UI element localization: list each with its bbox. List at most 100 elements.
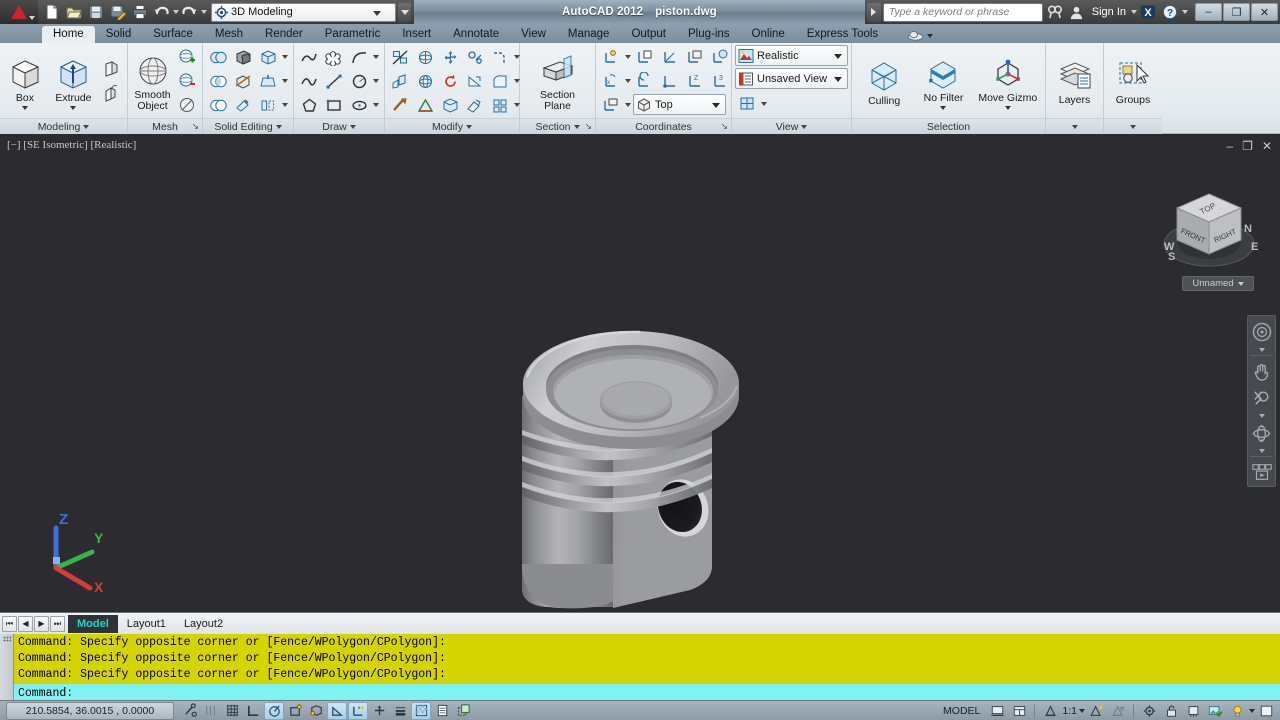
3dscale-icon[interactable] (413, 70, 437, 93)
3dmove-icon[interactable] (438, 46, 462, 69)
separate-icon[interactable] (256, 94, 280, 117)
tab-online[interactable]: Online (741, 26, 796, 43)
panel-title-modify[interactable]: Modify (385, 118, 519, 134)
tab-layout2[interactable]: Layout2 (175, 615, 232, 633)
panel-title-selection[interactable]: Selection (852, 118, 1045, 134)
undo-icon[interactable] (151, 2, 172, 22)
dynamic-input-toggle[interactable] (369, 702, 389, 720)
user-avatar-icon[interactable] (1067, 2, 1087, 22)
object-snap-toggle[interactable] (285, 702, 305, 720)
grid-display-toggle[interactable] (222, 702, 242, 720)
panel-title-view[interactable]: View (732, 118, 851, 134)
solid-editing-flyout-2[interactable] (281, 70, 289, 93)
zoom-dropdown[interactable] (1258, 412, 1265, 419)
panel-dialog-launcher[interactable]: ↘ (584, 121, 592, 132)
orbit-dropdown[interactable] (1258, 447, 1265, 454)
panel-title-solid-editing[interactable]: Solid Editing (203, 118, 293, 134)
line-icon[interactable] (322, 70, 346, 93)
panel-title-layers[interactable] (1046, 118, 1103, 134)
ucs-view-combo[interactable]: Top (633, 94, 726, 115)
viewport-config-icon[interactable] (735, 92, 759, 115)
pan-icon[interactable] (1249, 358, 1275, 384)
extrude-face-icon[interactable] (488, 70, 512, 93)
sweep-icon[interactable] (100, 82, 124, 105)
transparency-toggle[interactable] (411, 701, 431, 720)
ucs-previous-icon[interactable] (633, 69, 657, 92)
next-layout-button[interactable]: ▶ (34, 615, 49, 632)
workspace-selector[interactable]: 3D Modeling (211, 2, 396, 22)
smooth-less-icon[interactable] (175, 70, 199, 93)
tab-parametric[interactable]: Parametric (314, 26, 392, 43)
ucs-z-icon[interactable]: Z (683, 69, 707, 92)
dynamic-ucs-toggle[interactable] (348, 701, 368, 720)
piston-model[interactable] (0, 134, 1280, 610)
quick-properties-toggle[interactable] (432, 702, 452, 720)
move-gizmo-dropdown[interactable] (1004, 106, 1011, 110)
search-input[interactable]: Type a keyword or phrase (882, 2, 1043, 22)
trim-icon[interactable] (388, 46, 412, 69)
help-icon[interactable]: ? (1160, 2, 1180, 22)
viewport-icon[interactable] (1009, 702, 1029, 720)
maximize-button[interactable]: ❐ (1223, 3, 1250, 21)
drawing-viewport[interactable]: [−] [SE Isometric] [Realistic] – ❐ ✕ Z Y… (0, 134, 1280, 610)
zoom-icon[interactable] (1249, 385, 1275, 411)
rotate-icon[interactable] (438, 70, 462, 93)
redo-icon[interactable] (179, 2, 200, 22)
tab-render[interactable]: Render (254, 26, 314, 43)
rectangle-icon[interactable] (322, 94, 346, 117)
tab-mesh[interactable]: Mesh (204, 26, 254, 43)
panel-title-modeling[interactable]: Modeling (0, 118, 127, 134)
spline-icon[interactable] (297, 70, 321, 93)
extrude-button[interactable]: Extrude (48, 52, 99, 110)
lightbulb-icon[interactable] (1227, 702, 1247, 720)
isolate-objects-icon[interactable] (1205, 702, 1225, 720)
new-icon[interactable] (41, 2, 62, 22)
tab-home[interactable]: Home (42, 26, 95, 43)
intersect-icon[interactable] (206, 70, 230, 93)
fillet-edge-icon[interactable] (488, 46, 512, 69)
ucs-face-icon[interactable] (683, 45, 707, 68)
panel-title-coordinates[interactable]: Coordinates ↘ (596, 118, 731, 134)
plot-icon[interactable] (129, 2, 150, 22)
infer-constraints-toggle[interactable] (180, 702, 200, 720)
steering-wheel-dropdown[interactable] (1258, 346, 1265, 353)
panel-title-draw[interactable]: Draw (294, 118, 384, 134)
tab-insert[interactable]: Insert (391, 26, 442, 43)
minimize-button[interactable]: – (1195, 3, 1222, 21)
close-button[interactable]: ✕ (1251, 3, 1278, 21)
3darray-icon[interactable] (413, 94, 437, 117)
copy-face-icon[interactable] (388, 70, 412, 93)
polar-tracking-toggle[interactable] (264, 701, 284, 720)
ucs-world-icon[interactable] (599, 45, 623, 68)
ucs-flyout-1[interactable] (624, 45, 632, 68)
workspace-switching-icon[interactable] (1139, 702, 1159, 720)
tab-solid[interactable]: Solid (95, 26, 143, 43)
search-icon[interactable] (1045, 2, 1065, 22)
ellipse-flyout[interactable] (372, 94, 380, 117)
ucs-selector[interactable]: Unnamed (1182, 276, 1254, 291)
coordinates-display[interactable]: 210.5854, 36.0015 , 0.0000 (6, 701, 174, 720)
ucs-3point-icon[interactable] (658, 45, 682, 68)
hardware-acceleration-icon[interactable] (1183, 702, 1203, 720)
taper-icon[interactable] (463, 70, 487, 93)
sign-in-button[interactable]: Sign In (1089, 6, 1129, 18)
autodesk-exchange-icon[interactable]: X (1138, 2, 1158, 22)
union-icon[interactable] (206, 46, 230, 69)
annotation-scale-dropdown[interactable] (1078, 703, 1085, 719)
refine-mesh-icon[interactable] (175, 94, 199, 117)
tab-layout1[interactable]: Layout1 (118, 615, 175, 633)
3dalign-icon[interactable] (463, 46, 487, 69)
no-filter-dropdown[interactable] (940, 106, 947, 110)
arc-flyout[interactable] (372, 46, 380, 69)
3drotate-icon[interactable] (413, 46, 437, 69)
tab-annotate[interactable]: Annotate (442, 26, 510, 43)
undo-dropdown[interactable] (172, 2, 179, 22)
application-menu-button[interactable] (0, 0, 38, 24)
ucs-origin-icon[interactable] (658, 69, 682, 92)
showmotion-icon[interactable] (1249, 459, 1275, 485)
last-layout-button[interactable]: ⏭ (50, 615, 65, 632)
box-button[interactable]: Box (3, 52, 47, 110)
section-plane-button[interactable]: Section Plane (530, 51, 586, 112)
ucs-object-icon[interactable] (708, 45, 732, 68)
ucs-view-icon[interactable] (599, 93, 623, 116)
